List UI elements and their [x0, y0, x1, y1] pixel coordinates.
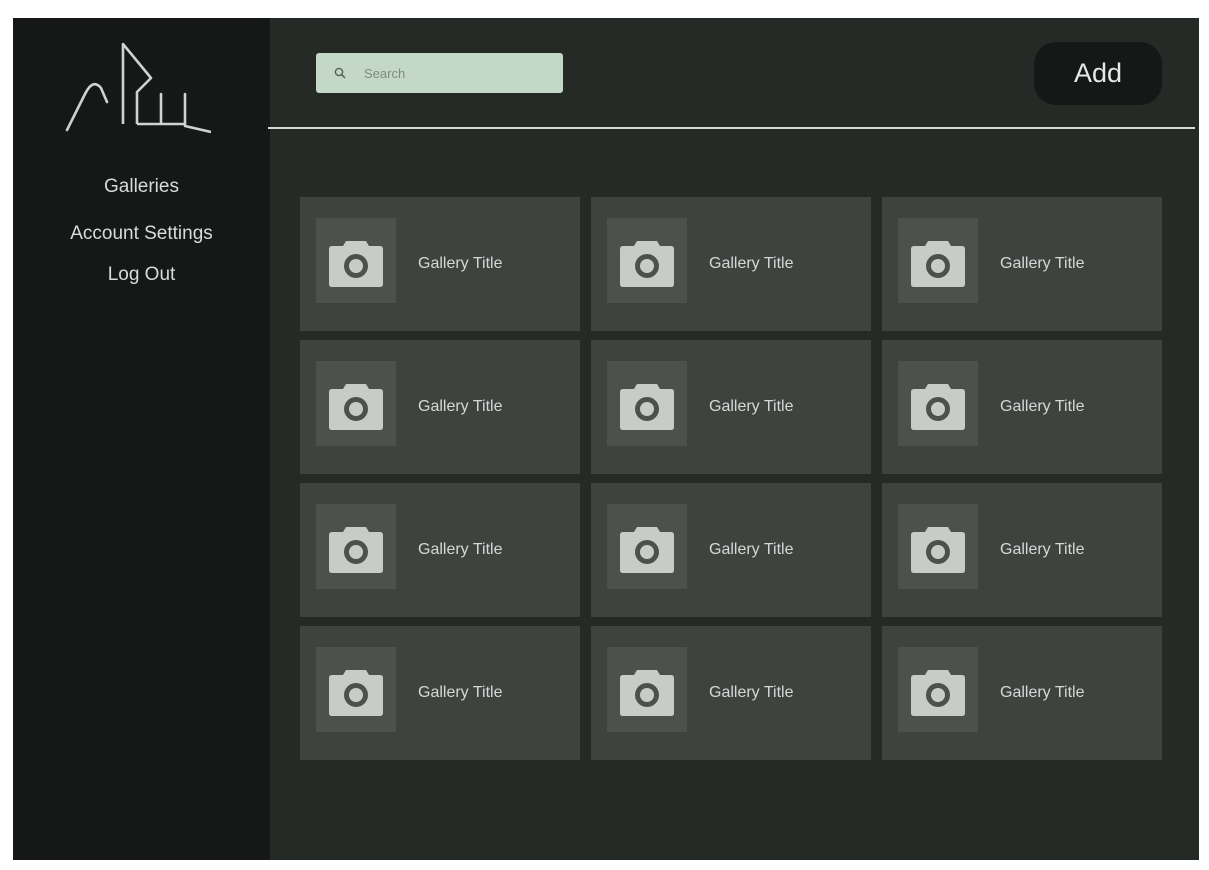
gallery-title: Gallery Title [709, 541, 794, 558]
gallery-card[interactable]: Gallery Title [300, 197, 580, 331]
brand-logo-icon [65, 42, 212, 134]
gallery-thumbnail [316, 647, 396, 732]
gallery-thumbnail [898, 504, 978, 589]
add-button[interactable]: Add [1034, 42, 1162, 105]
gallery-card[interactable]: Gallery Title [591, 626, 871, 760]
app-window: Galleries Account Settings Log Out Add G… [13, 18, 1199, 860]
camera-icon [619, 664, 675, 716]
search-icon [334, 67, 346, 79]
gallery-card[interactable]: Gallery Title [591, 197, 871, 331]
gallery-card[interactable]: Gallery Title [300, 340, 580, 474]
gallery-thumbnail [607, 504, 687, 589]
nav-galleries[interactable]: Galleries [13, 176, 270, 198]
gallery-thumbnail [316, 361, 396, 446]
camera-icon [619, 235, 675, 287]
header-divider [268, 127, 1195, 129]
gallery-title: Gallery Title [418, 541, 503, 558]
gallery-title: Gallery Title [1000, 398, 1085, 415]
gallery-card[interactable]: Gallery Title [591, 340, 871, 474]
gallery-title: Gallery Title [709, 684, 794, 701]
gallery-card[interactable]: Gallery Title [591, 483, 871, 617]
sidebar: Galleries Account Settings Log Out [13, 18, 270, 860]
camera-icon [910, 664, 966, 716]
gallery-title: Gallery Title [418, 398, 503, 415]
camera-icon [910, 521, 966, 573]
camera-icon [328, 521, 384, 573]
gallery-thumbnail [316, 218, 396, 303]
gallery-card[interactable]: Gallery Title [882, 483, 1162, 617]
gallery-thumbnail [607, 218, 687, 303]
gallery-thumbnail [898, 361, 978, 446]
gallery-thumbnail [607, 361, 687, 446]
camera-icon [328, 664, 384, 716]
gallery-title: Gallery Title [1000, 255, 1085, 272]
gallery-title: Gallery Title [1000, 684, 1085, 701]
gallery-card[interactable]: Gallery Title [882, 340, 1162, 474]
gallery-card[interactable]: Gallery Title [882, 626, 1162, 760]
camera-icon [328, 378, 384, 430]
gallery-title: Gallery Title [709, 398, 794, 415]
gallery-card[interactable]: Gallery Title [882, 197, 1162, 331]
gallery-card[interactable]: Gallery Title [300, 483, 580, 617]
camera-icon [910, 378, 966, 430]
gallery-title: Gallery Title [1000, 541, 1085, 558]
nav-log-out[interactable]: Log Out [13, 264, 270, 286]
gallery-title: Gallery Title [418, 684, 503, 701]
camera-icon [619, 521, 675, 573]
gallery-thumbnail [607, 647, 687, 732]
search-bar[interactable] [316, 53, 563, 93]
camera-icon [619, 378, 675, 430]
camera-icon [910, 235, 966, 287]
search-input[interactable] [362, 64, 536, 82]
gallery-grid: Gallery Title Gallery Title Gallery Title G… [300, 197, 1162, 760]
gallery-thumbnail [898, 218, 978, 303]
gallery-card[interactable]: Gallery Title [300, 626, 580, 760]
gallery-thumbnail [316, 504, 396, 589]
gallery-thumbnail [898, 647, 978, 732]
gallery-title: Gallery Title [418, 255, 503, 272]
gallery-title: Gallery Title [709, 255, 794, 272]
nav-account-settings[interactable]: Account Settings [13, 223, 270, 245]
camera-icon [328, 235, 384, 287]
